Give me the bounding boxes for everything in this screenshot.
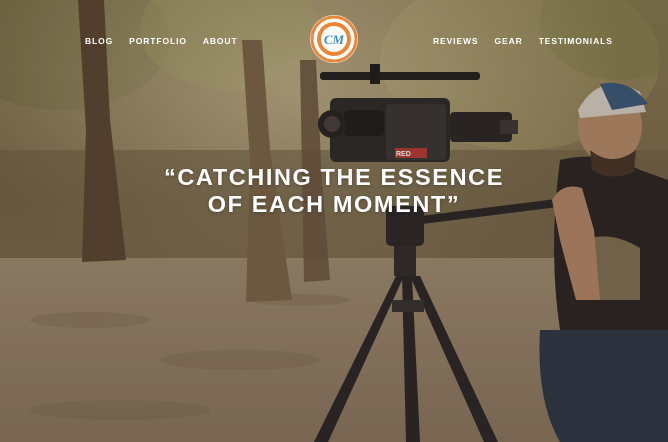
nav-left: BLOG PORTFOLIO ABOUT: [85, 36, 238, 46]
hero-dark-overlay: [0, 0, 668, 442]
nav-link-blog[interactable]: BLOG: [85, 36, 113, 46]
nav-link-gear[interactable]: GEAR: [495, 36, 523, 46]
headline-line-1: “CATCHING THE ESSENCE: [164, 164, 504, 190]
nav-link-portfolio[interactable]: PORTFOLIO: [129, 36, 187, 46]
hero-section: RED BLOG PORTFOLIO ABOUT CM REVIEWS GEAR…: [0, 0, 668, 442]
svg-text:CM: CM: [324, 32, 345, 47]
hero-headline: “CATCHING THE ESSENCE OF EACH MOMENT”: [0, 164, 668, 218]
nav-right: REVIEWS GEAR TESTIMONIALS: [433, 36, 613, 46]
nav-link-about[interactable]: ABOUT: [203, 36, 238, 46]
headline-line-2: OF EACH MOMENT”: [207, 191, 461, 217]
nav-link-testimonials[interactable]: TESTIMONIALS: [539, 36, 613, 46]
nav-link-reviews[interactable]: REVIEWS: [433, 36, 479, 46]
logo-badge-icon[interactable]: CM: [309, 14, 359, 64]
